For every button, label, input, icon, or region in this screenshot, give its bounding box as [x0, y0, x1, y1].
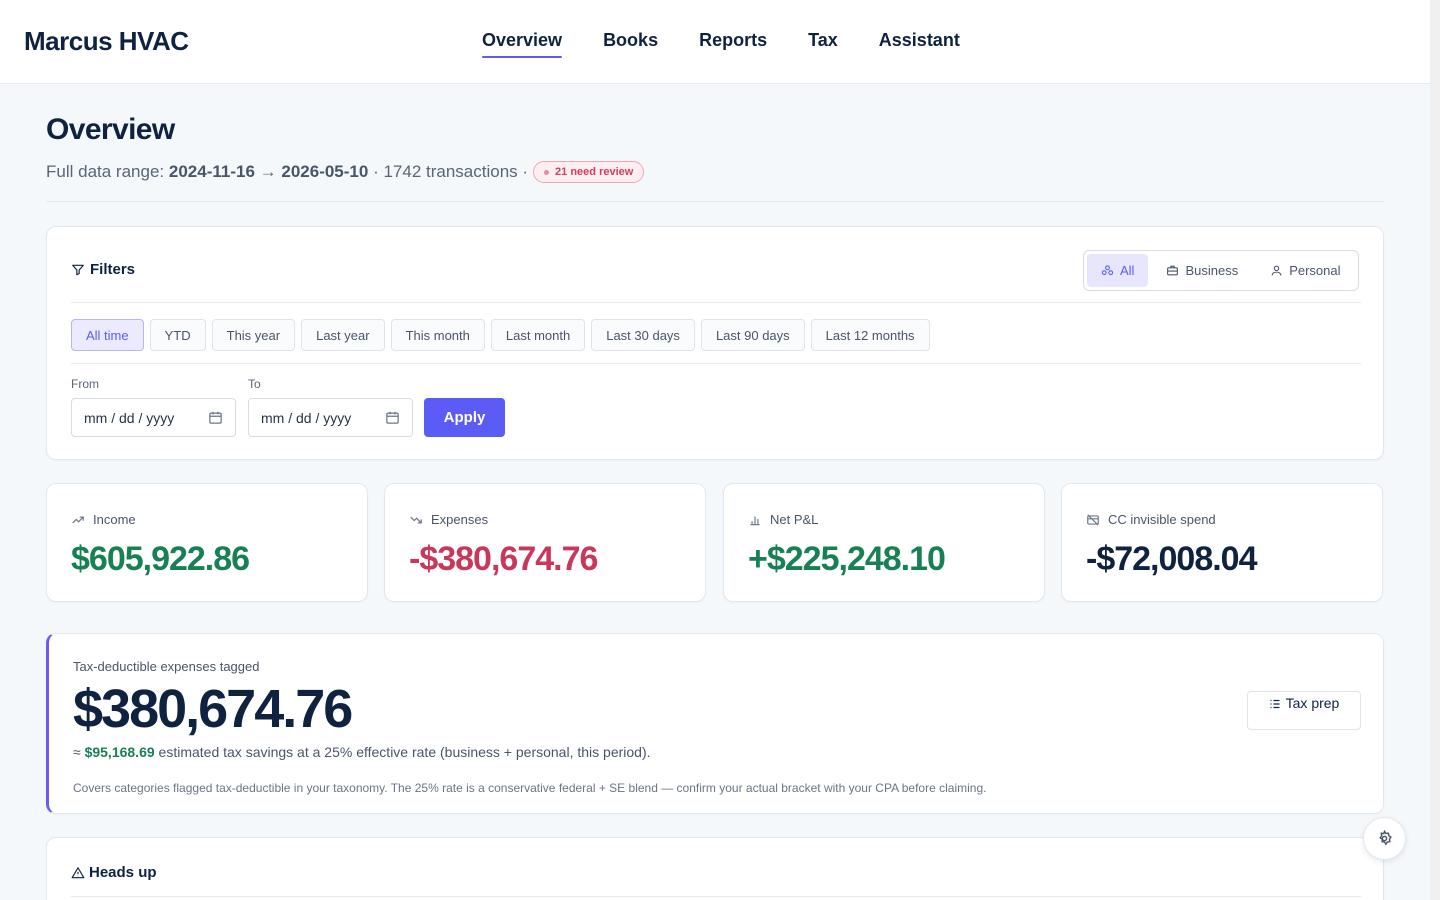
tax-deductible-label: Tax-deductible expenses tagged	[73, 659, 260, 674]
briefcase-icon	[1166, 264, 1179, 277]
review-badge[interactable]: 21 need review	[533, 161, 645, 183]
nav-tax[interactable]: Tax	[808, 30, 838, 57]
to-date-placeholder: mm / dd / yyyy	[261, 409, 352, 426]
nav-assistant[interactable]: Assistant	[879, 30, 960, 57]
calendar-icon[interactable]	[208, 410, 223, 425]
preset-last-90-days[interactable]: Last 90 days	[700, 319, 805, 351]
scope-business-label: Business	[1185, 263, 1239, 278]
expenses-value: -$380,674.76	[409, 540, 598, 578]
scope-business-button[interactable]: Business	[1152, 254, 1252, 287]
approx-symbol: ≈	[73, 744, 81, 760]
income-label: Income	[93, 512, 136, 527]
cc-invisible-value: -$72,008.04	[1086, 540, 1257, 578]
cc-invisible-card: CC invisible spend -$72,008.04	[1061, 483, 1383, 602]
warning-icon	[71, 866, 85, 880]
brand-logo[interactable]: Marcus HVAC	[24, 26, 189, 57]
range-end: 2026-05-10	[281, 162, 369, 181]
group-icon	[1101, 264, 1114, 277]
range-start: 2024-11-16	[168, 162, 255, 181]
apply-button[interactable]: Apply	[424, 398, 505, 437]
trend-down-icon	[409, 513, 423, 527]
dot-icon	[544, 169, 550, 175]
to-date-input[interactable]: mm / dd / yyyy	[248, 398, 413, 437]
tax-prep-button[interactable]: Tax prep	[1247, 691, 1361, 730]
range-arrow: →	[259, 162, 277, 181]
income-value: $605,922.86	[71, 540, 250, 578]
income-card: Income $605,922.86	[46, 483, 368, 602]
filters-card: Filters All Business Personal All time Y…	[46, 226, 1384, 460]
net-pl-card: Net P&L +$225,248.10	[723, 483, 1045, 602]
filters-divider-2	[71, 363, 1361, 364]
tax-savings-line: ≈ $95,168.69 estimated tax savings at a …	[73, 744, 651, 760]
header-divider	[46, 201, 1384, 202]
transaction-count: · 1742 transactions ·	[373, 162, 529, 181]
nav-overview[interactable]: Overview	[482, 30, 563, 58]
preset-last-month[interactable]: Last month	[490, 319, 586, 351]
bar-chart-icon	[748, 513, 762, 527]
page-title: Overview	[46, 113, 175, 146]
preset-this-year[interactable]: This year	[211, 319, 296, 351]
scope-all-label: All	[1120, 263, 1135, 278]
filters-heading: Filters	[71, 261, 135, 278]
preset-last-12-months[interactable]: Last 12 months	[810, 319, 930, 351]
preset-all-time[interactable]: All time	[71, 319, 144, 351]
filters-divider-1	[71, 302, 1361, 303]
expenses-card: Expenses -$380,674.76	[384, 483, 706, 602]
scope-toggle: All Business Personal	[1083, 250, 1359, 291]
preset-this-month[interactable]: This month	[390, 319, 485, 351]
tax-deductible-card: Tax-deductible expenses tagged $380,674.…	[46, 633, 1384, 814]
scope-all-button[interactable]: All	[1087, 254, 1149, 287]
tax-savings-text: estimated tax savings at a 25% effective…	[158, 744, 651, 760]
preset-last-30-days[interactable]: Last 30 days	[591, 319, 695, 351]
tax-note: Covers categories flagged tax-deductible…	[73, 781, 987, 795]
tax-savings-amount: $95,168.69	[84, 744, 155, 760]
date-preset-chips: All time YTD This year Last year This mo…	[71, 319, 930, 351]
heads-up-heading: Heads up	[71, 864, 157, 881]
cc-invisible-label: CC invisible spend	[1108, 512, 1216, 527]
top-navbar: Marcus HVAC Overview Books Reports Tax A…	[0, 0, 1430, 84]
tax-deductible-value: $380,674.76	[73, 679, 353, 739]
from-date-placeholder: mm / dd / yyyy	[84, 409, 175, 426]
filters-title: Filters	[90, 261, 136, 278]
scope-personal-label: Personal	[1289, 263, 1341, 278]
heads-up-card: Heads up	[46, 837, 1384, 900]
filter-icon	[71, 263, 85, 277]
cc-invisible-label-row: CC invisible spend	[1086, 512, 1216, 527]
user-icon	[1270, 264, 1283, 277]
gear-icon	[1376, 830, 1393, 847]
range-prefix: Full data range:	[46, 162, 165, 181]
calendar-icon[interactable]	[385, 410, 400, 425]
net-pl-label: Net P&L	[770, 512, 819, 527]
tax-prep-label: Tax prep	[1285, 695, 1340, 711]
preset-ytd[interactable]: YTD	[149, 319, 206, 351]
data-range-line: Full data range: 2024-11-16 → 2026-05-10…	[46, 161, 645, 183]
card-off-icon	[1086, 513, 1100, 527]
preset-last-year[interactable]: Last year	[301, 319, 385, 351]
settings-button[interactable]	[1363, 817, 1406, 860]
net-pl-value: +$225,248.10	[748, 540, 946, 578]
main-nav: Overview Books Reports Tax Assistant	[482, 30, 960, 58]
nav-books[interactable]: Books	[603, 30, 658, 57]
trend-up-icon	[71, 513, 85, 527]
heads-up-title: Heads up	[89, 864, 157, 881]
income-label-row: Income	[71, 512, 136, 527]
from-date-input[interactable]: mm / dd / yyyy	[71, 398, 236, 437]
to-label: To	[248, 377, 261, 391]
net-pl-label-row: Net P&L	[748, 512, 818, 527]
heads-up-divider	[71, 896, 1361, 897]
from-label: From	[71, 377, 99, 391]
list-icon	[1269, 698, 1281, 710]
nav-reports[interactable]: Reports	[699, 30, 767, 57]
scrollbar[interactable]	[1430, 0, 1440, 900]
review-badge-label: 21 need review	[555, 166, 634, 178]
scope-personal-button[interactable]: Personal	[1256, 254, 1354, 287]
expenses-label: Expenses	[431, 512, 489, 527]
expenses-label-row: Expenses	[409, 512, 488, 527]
